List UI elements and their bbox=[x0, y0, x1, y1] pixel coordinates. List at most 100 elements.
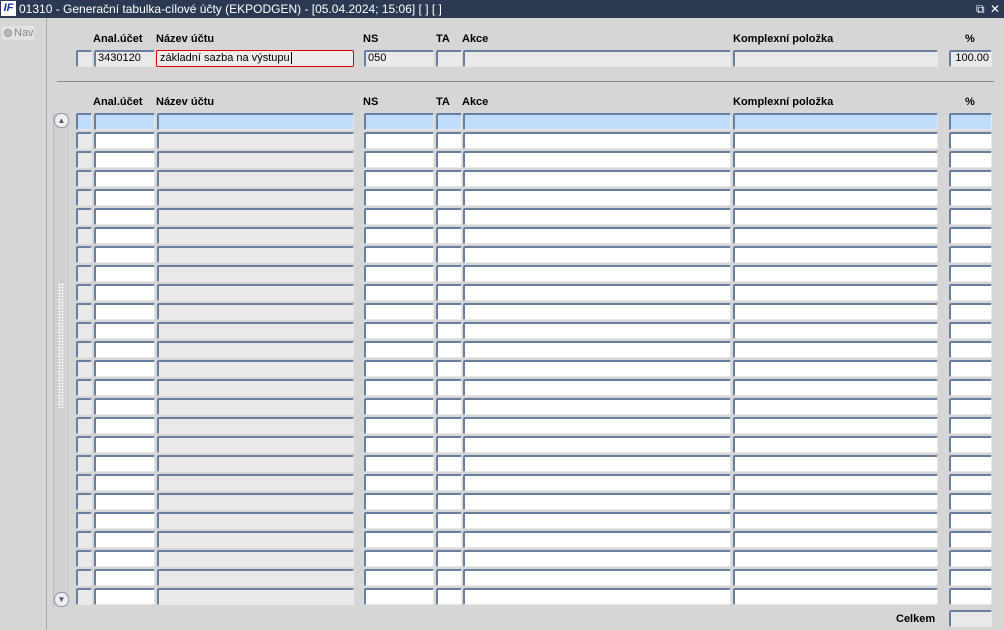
pct-field[interactable] bbox=[949, 151, 992, 168]
pct-field[interactable] bbox=[949, 170, 992, 187]
ns-field[interactable] bbox=[364, 265, 434, 282]
master-ta-field[interactable] bbox=[436, 50, 462, 67]
nazev-field[interactable] bbox=[157, 227, 354, 244]
anal-field[interactable] bbox=[94, 189, 155, 206]
akce-field[interactable] bbox=[463, 265, 731, 282]
select-checkbox[interactable] bbox=[76, 512, 92, 529]
komplex-field[interactable] bbox=[733, 284, 938, 301]
anal-field[interactable] bbox=[94, 474, 155, 491]
select-checkbox[interactable] bbox=[76, 151, 92, 168]
pct-field[interactable] bbox=[949, 360, 992, 377]
pct-field[interactable] bbox=[949, 303, 992, 320]
pct-field[interactable] bbox=[949, 322, 992, 339]
komplex-field[interactable] bbox=[733, 588, 938, 605]
ta-field[interactable] bbox=[436, 303, 462, 320]
ns-field[interactable] bbox=[364, 151, 434, 168]
ta-field[interactable] bbox=[436, 284, 462, 301]
ta-field[interactable] bbox=[436, 322, 462, 339]
nazev-field[interactable] bbox=[157, 569, 354, 586]
nav-radio[interactable]: Nav bbox=[2, 26, 34, 40]
akce-field[interactable] bbox=[463, 151, 731, 168]
ns-field[interactable] bbox=[364, 417, 434, 434]
pct-field[interactable] bbox=[949, 132, 992, 149]
nazev-field[interactable] bbox=[157, 113, 354, 130]
ns-field[interactable] bbox=[364, 132, 434, 149]
komplex-field[interactable] bbox=[733, 550, 938, 567]
ta-field[interactable] bbox=[436, 360, 462, 377]
select-checkbox[interactable] bbox=[76, 113, 92, 130]
anal-field[interactable] bbox=[94, 569, 155, 586]
ta-field[interactable] bbox=[436, 455, 462, 472]
scroll-down-icon[interactable]: ▼ bbox=[54, 592, 69, 607]
akce-field[interactable] bbox=[463, 474, 731, 491]
ta-field[interactable] bbox=[436, 569, 462, 586]
ns-field[interactable] bbox=[364, 189, 434, 206]
ns-field[interactable] bbox=[364, 322, 434, 339]
select-checkbox[interactable] bbox=[76, 436, 92, 453]
ns-field[interactable] bbox=[364, 512, 434, 529]
anal-field[interactable] bbox=[94, 588, 155, 605]
anal-field[interactable] bbox=[94, 550, 155, 567]
akce-field[interactable] bbox=[463, 189, 731, 206]
nazev-field[interactable] bbox=[157, 398, 354, 415]
select-checkbox[interactable] bbox=[76, 170, 92, 187]
akce-field[interactable] bbox=[463, 531, 731, 548]
akce-field[interactable] bbox=[463, 512, 731, 529]
komplex-field[interactable] bbox=[733, 569, 938, 586]
komplex-field[interactable] bbox=[733, 132, 938, 149]
komplex-field[interactable] bbox=[733, 417, 938, 434]
ta-field[interactable] bbox=[436, 189, 462, 206]
pct-field[interactable] bbox=[949, 227, 992, 244]
anal-field[interactable] bbox=[94, 132, 155, 149]
pct-field[interactable] bbox=[949, 512, 992, 529]
nazev-field[interactable] bbox=[157, 588, 354, 605]
vertical-scrollbar[interactable]: ▲ ▼ bbox=[53, 113, 69, 607]
pct-field[interactable] bbox=[949, 417, 992, 434]
select-checkbox[interactable] bbox=[76, 398, 92, 415]
ns-field[interactable] bbox=[364, 493, 434, 510]
nazev-field[interactable] bbox=[157, 303, 354, 320]
anal-field[interactable] bbox=[94, 360, 155, 377]
ns-field[interactable] bbox=[364, 550, 434, 567]
pct-field[interactable] bbox=[949, 341, 992, 358]
ta-field[interactable] bbox=[436, 474, 462, 491]
anal-field[interactable] bbox=[94, 379, 155, 396]
ta-field[interactable] bbox=[436, 550, 462, 567]
select-checkbox[interactable] bbox=[76, 550, 92, 567]
anal-field[interactable] bbox=[94, 170, 155, 187]
nazev-field[interactable] bbox=[157, 493, 354, 510]
akce-field[interactable] bbox=[463, 227, 731, 244]
anal-field[interactable] bbox=[94, 417, 155, 434]
ta-field[interactable] bbox=[436, 379, 462, 396]
ns-field[interactable] bbox=[364, 474, 434, 491]
komplex-field[interactable] bbox=[733, 512, 938, 529]
pct-field[interactable] bbox=[949, 531, 992, 548]
anal-field[interactable] bbox=[94, 322, 155, 339]
pct-field[interactable] bbox=[949, 493, 992, 510]
master-anal-field[interactable]: 3430120 bbox=[94, 50, 155, 67]
ta-field[interactable] bbox=[436, 436, 462, 453]
pct-field[interactable] bbox=[949, 189, 992, 206]
nazev-field[interactable] bbox=[157, 341, 354, 358]
nazev-field[interactable] bbox=[157, 189, 354, 206]
ns-field[interactable] bbox=[364, 436, 434, 453]
ta-field[interactable] bbox=[436, 132, 462, 149]
komplex-field[interactable] bbox=[733, 246, 938, 263]
select-checkbox[interactable] bbox=[76, 417, 92, 434]
ns-field[interactable] bbox=[364, 303, 434, 320]
nazev-field[interactable] bbox=[157, 474, 354, 491]
ta-field[interactable] bbox=[436, 531, 462, 548]
anal-field[interactable] bbox=[94, 531, 155, 548]
akce-field[interactable] bbox=[463, 436, 731, 453]
komplex-field[interactable] bbox=[733, 303, 938, 320]
ta-field[interactable] bbox=[436, 113, 462, 130]
nazev-field[interactable] bbox=[157, 360, 354, 377]
ta-field[interactable] bbox=[436, 341, 462, 358]
komplex-field[interactable] bbox=[733, 227, 938, 244]
anal-field[interactable] bbox=[94, 303, 155, 320]
anal-field[interactable] bbox=[94, 493, 155, 510]
ns-field[interactable] bbox=[364, 227, 434, 244]
anal-field[interactable] bbox=[94, 284, 155, 301]
scroll-grip[interactable] bbox=[58, 283, 64, 408]
select-checkbox[interactable] bbox=[76, 322, 92, 339]
